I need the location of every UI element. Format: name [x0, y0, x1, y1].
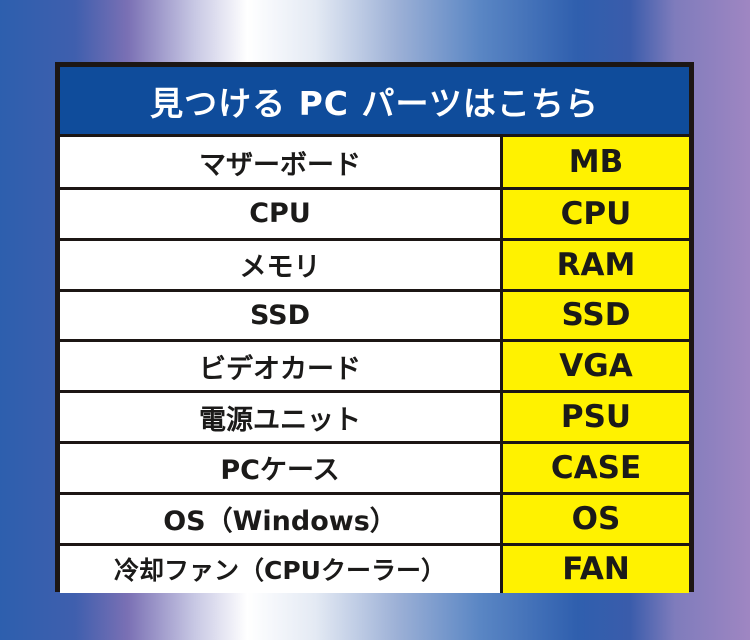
part-name: CPU: [60, 190, 503, 238]
pc-parts-table: 見つける PC パーツはこちら マザーボード MB CPU CPU メモリ RA…: [55, 62, 694, 594]
part-name: PCケース: [60, 443, 503, 492]
part-abbr: MB: [503, 137, 689, 187]
part-name: 冷却ファン（CPUクーラー）: [60, 545, 503, 594]
part-name: ビデオカード: [60, 342, 503, 391]
table-row: CPU CPU: [60, 187, 689, 238]
table-row: PCケース CASE: [60, 440, 689, 492]
part-name: メモリ: [60, 240, 503, 289]
table-row: マザーボード MB: [60, 137, 689, 187]
part-abbr: CPU: [503, 190, 689, 238]
part-abbr: RAM: [503, 240, 689, 289]
part-abbr: PSU: [503, 393, 689, 441]
part-name: SSD: [60, 291, 503, 340]
part-name: マザーボード: [60, 137, 503, 187]
part-name: OS（Windows）: [60, 494, 503, 543]
part-abbr: VGA: [503, 342, 689, 391]
part-name: 電源ユニット: [60, 393, 503, 441]
table-body: マザーボード MB CPU CPU メモリ RAM SSD SSD ビデオカード…: [60, 137, 689, 594]
table-row: ビデオカード VGA: [60, 339, 689, 391]
table-row: SSD SSD: [60, 288, 689, 340]
part-abbr: FAN: [503, 545, 689, 594]
table-row: メモリ RAM: [60, 237, 689, 289]
table-row: 冷却ファン（CPUクーラー） FAN: [60, 542, 689, 594]
table-row: OS（Windows） OS: [60, 491, 689, 543]
table-row: 電源ユニット PSU: [60, 390, 689, 441]
part-abbr: SSD: [503, 291, 689, 340]
part-abbr: OS: [503, 494, 689, 543]
part-abbr: CASE: [503, 443, 689, 492]
table-title: 見つける PC パーツはこちら: [60, 67, 689, 137]
